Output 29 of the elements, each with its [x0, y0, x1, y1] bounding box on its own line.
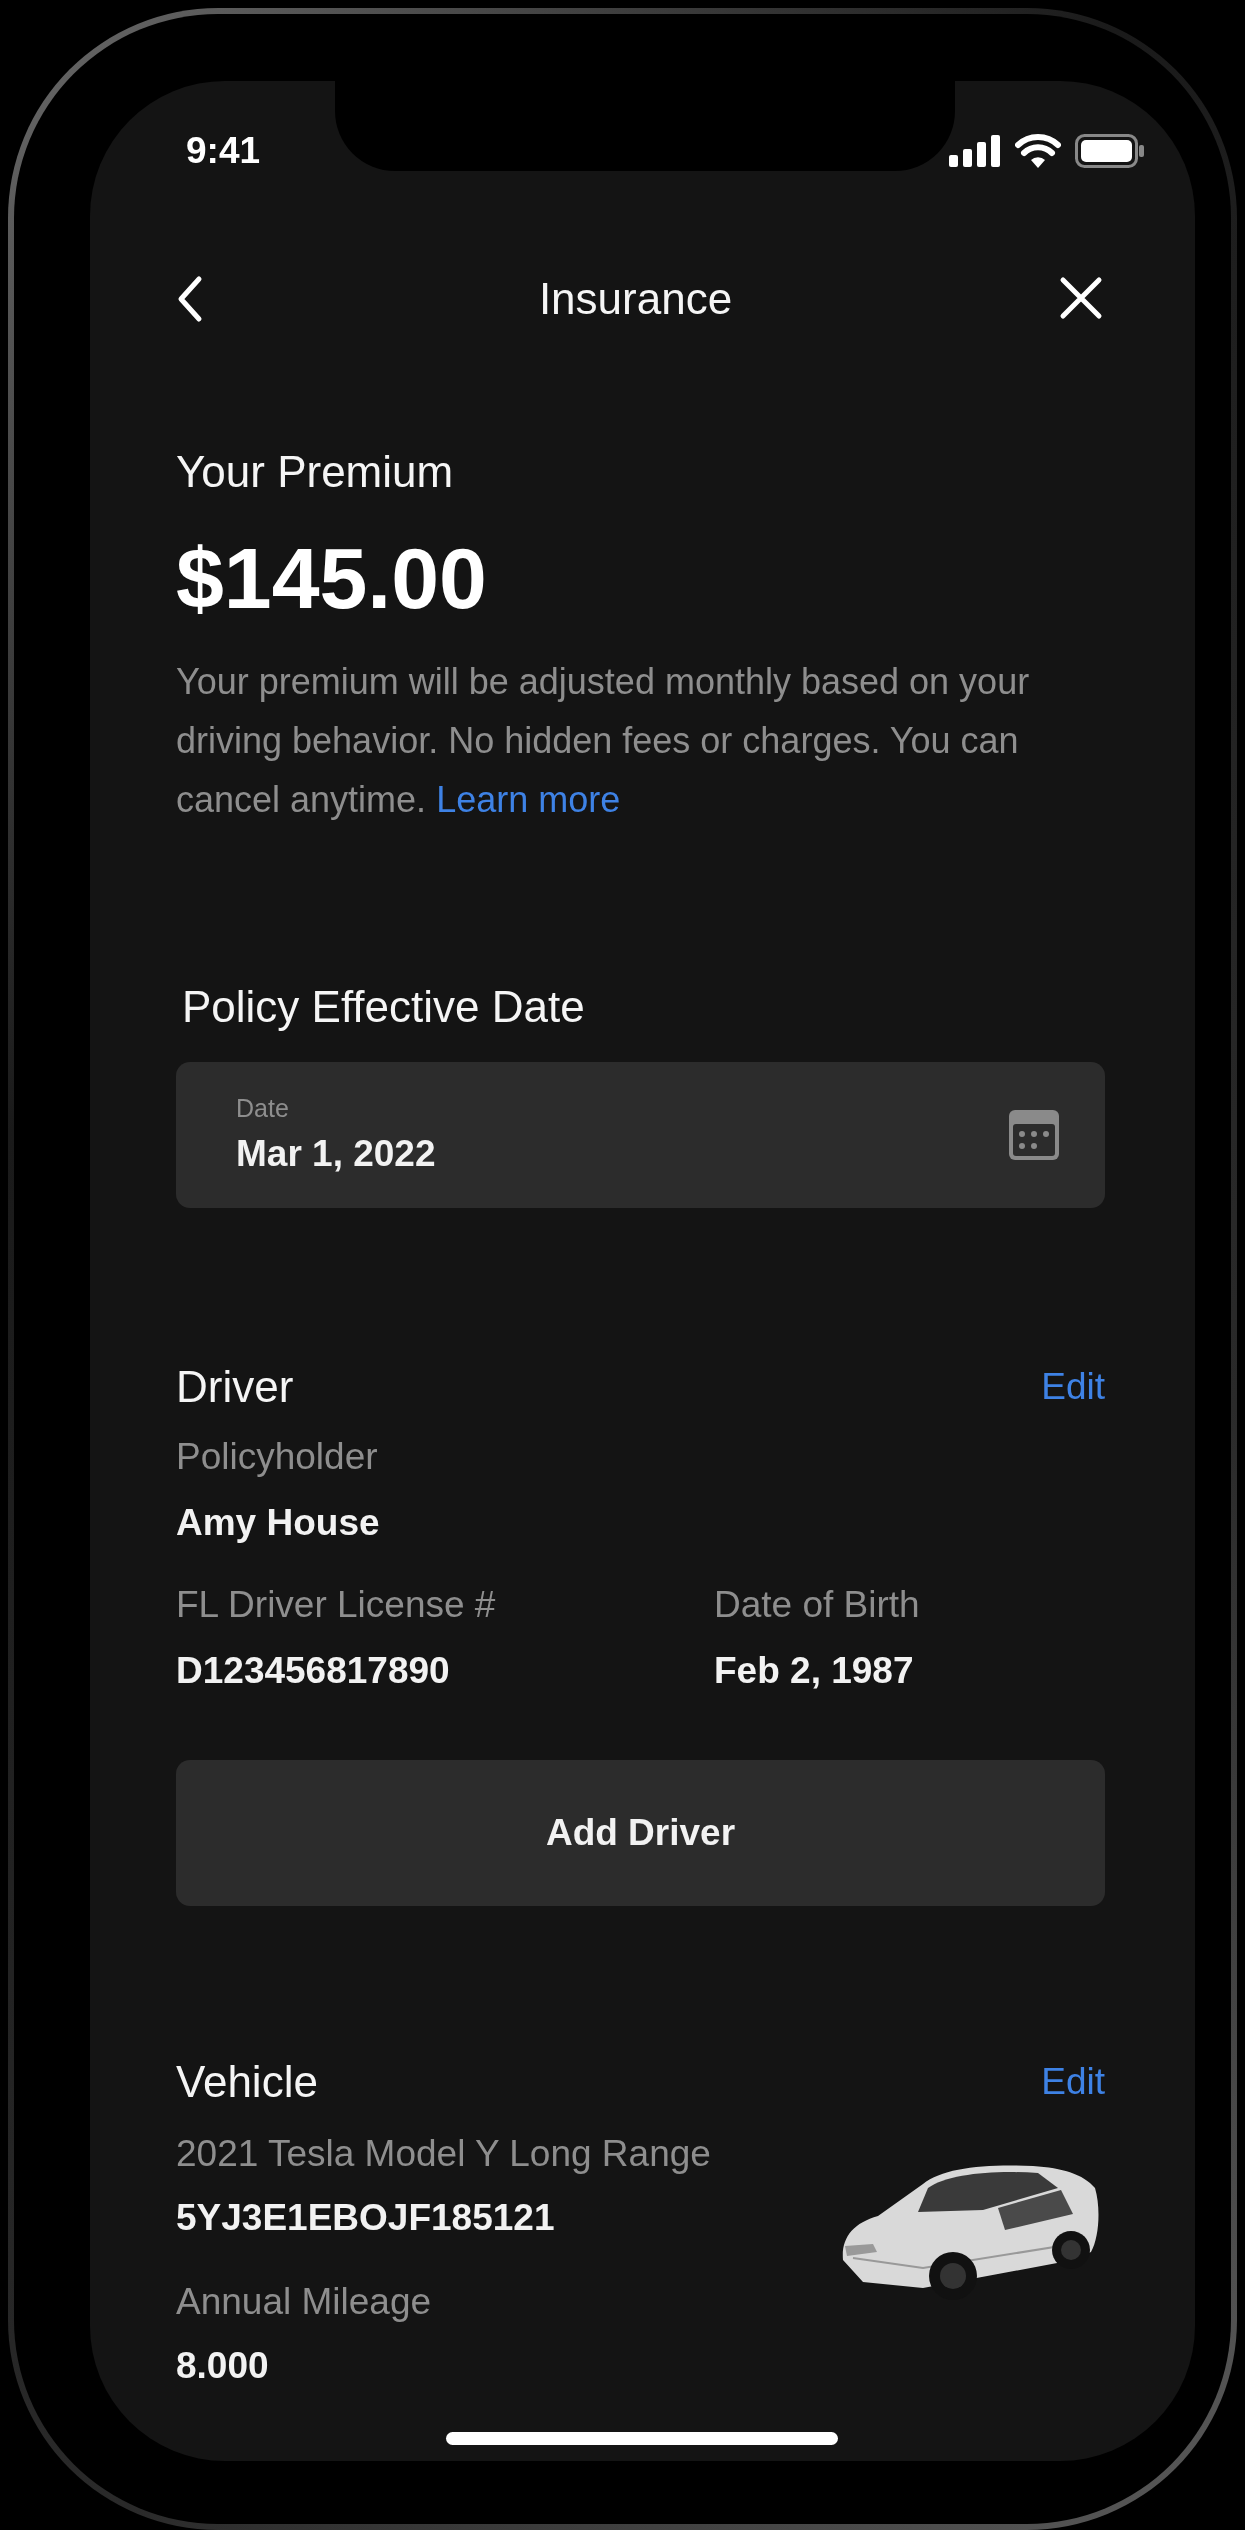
calendar-icon[interactable] [1007, 1108, 1061, 1162]
section-heading: Vehicle [176, 2056, 318, 2108]
signal-icon [949, 135, 1001, 167]
vehicle-model: 2021 Tesla Model Y Long Range [176, 2132, 711, 2176]
section-heading: Policy Effective Date [181, 981, 586, 1033]
section-heading: Your Premium [176, 446, 455, 498]
learn-more-link[interactable]: Learn more [436, 779, 621, 820]
field-label: Policyholder [176, 1435, 379, 1479]
add-driver-button[interactable]: Add Driver [176, 1760, 1105, 1906]
field-value: Amy House [176, 1501, 381, 1545]
field-label: Date of Birth [714, 1583, 921, 1627]
status-time: 9:41 [186, 130, 261, 172]
vehicle-vin: 5YJ3E1EBOJF185121 [176, 2196, 556, 2240]
field-value: D123456817890 [176, 1649, 451, 1693]
battery-icon [1075, 134, 1145, 168]
screen-title: Insurance [538, 274, 733, 324]
premium-description: Your premium will be adjusted monthly based on your driving behavior. No hidden fees or charges. You can cancel anytime. Learn more [176, 660, 1031, 822]
field-value: 8.000 [176, 2344, 270, 2388]
wifi-icon [1015, 134, 1061, 168]
premium-amount: $145.00 [176, 529, 488, 628]
field-label: FL Driver License # [176, 1583, 497, 1627]
section-heading: Driver [176, 1361, 294, 1413]
edit-link[interactable]: Edit [1041, 1366, 1105, 1408]
field-label: Date [236, 1093, 290, 1124]
field-label: Annual Mileage [176, 2280, 433, 2324]
field-value: Feb 2, 1987 [714, 1649, 915, 1693]
edit-link[interactable]: Edit [1041, 2061, 1105, 2103]
date-field[interactable]: Date Mar 1, 2022 [176, 1062, 1105, 1208]
field-value: Mar 1, 2022 [236, 1132, 436, 1176]
